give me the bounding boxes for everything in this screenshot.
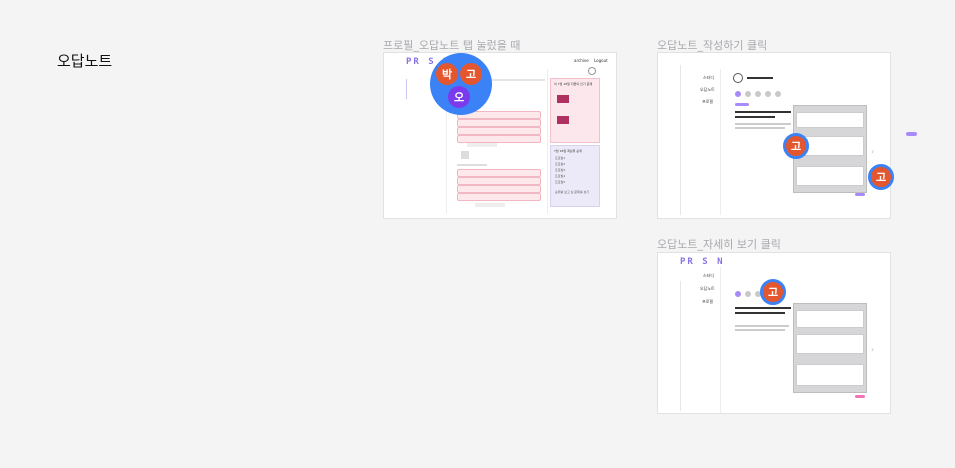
avatar-badge: 박 xyxy=(436,63,458,85)
archive-link[interactable]: archive xyxy=(574,58,589,63)
nav-note[interactable]: 오답노트 xyxy=(700,87,715,93)
logout-link[interactable]: Logout xyxy=(594,58,608,63)
avatar-badge: 고 xyxy=(460,63,482,85)
popular-problems-panel: 이 7월 18일 지들의 인기 문제 xyxy=(550,78,600,143)
nav-divider xyxy=(406,79,407,99)
user-cursor: 고 xyxy=(760,279,786,305)
main-column: › xyxy=(720,267,887,413)
submit-button[interactable] xyxy=(855,193,865,196)
nav-study[interactable]: 스터디 xyxy=(703,75,714,81)
nav-study[interactable]: 스터디 xyxy=(703,273,714,279)
frame-label-write: 오답노트_작성하기 클릭 xyxy=(657,39,768,52)
delete-button[interactable] xyxy=(855,395,865,398)
frame-label-detail: 오답노트_자세히 보기 클릭 xyxy=(657,238,781,251)
section-title: 오답노트 xyxy=(57,52,113,70)
nav-profile[interactable]: 프로필 xyxy=(702,299,713,305)
nav-note[interactable]: 오답노트 xyxy=(700,286,715,292)
logo: PR S N xyxy=(680,257,725,267)
frame-detail[interactable]: PR S N 스터디 오답노트 프로필 › 120px 250px 690px … xyxy=(657,252,891,414)
ranking-panel: 7월 18일 최상위 순위 프로필1 프로필2 프로필3 프로필4 프로필5 순… xyxy=(550,145,600,207)
side-tag xyxy=(906,132,917,136)
search-icon[interactable] xyxy=(588,67,596,75)
answer-sheet[interactable] xyxy=(793,303,867,393)
avatar xyxy=(733,73,743,83)
frame-label-profile-tab: 프로필_오답노트 탭 눌렀을 때 xyxy=(383,39,521,52)
nav-profile[interactable]: 프로필 xyxy=(702,99,713,105)
chevron-right-icon[interactable]: › xyxy=(871,147,874,156)
user-cursor: 고 xyxy=(783,133,809,159)
chevron-right-icon[interactable]: › xyxy=(871,345,874,354)
frame-profile-tab[interactable]: PR S N archive Logout 이 7월 18일 지들의 인기 문제… xyxy=(383,52,617,219)
user-cursor: 고 xyxy=(868,164,894,190)
avatar-badge: 오 xyxy=(448,86,470,108)
frame-write[interactable]: 스터디 오답노트 프로필 › 120px 250px 690px 300px 1… xyxy=(657,52,891,219)
